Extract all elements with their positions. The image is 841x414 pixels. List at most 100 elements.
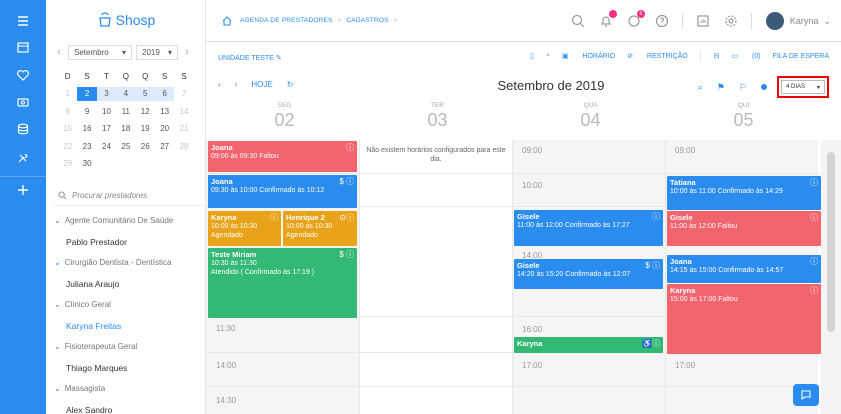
search-icon[interactable] <box>564 14 592 28</box>
specialty-group[interactable]: ⌄ Cirurgião Dentista - Dentística <box>54 252 204 273</box>
calendar-day[interactable]: 16 <box>77 122 96 136</box>
appointment-card[interactable]: Gisele 14:20 às 15:20 Confirmado às 12:07… <box>514 259 663 289</box>
settings-icon[interactable] <box>717 14 745 28</box>
avatar[interactable] <box>765 12 784 30</box>
waiting-list-button[interactable]: FILA DE ESPERA <box>773 53 829 60</box>
days-select[interactable]: 4 DIAS ▾ <box>781 80 825 94</box>
calendar-day[interactable]: 29 <box>58 157 77 171</box>
calendar-day[interactable]: 11 <box>116 105 135 119</box>
info-icon[interactable]: ⓘ <box>346 143 354 152</box>
report-icon[interactable] <box>689 14 717 28</box>
calendar-day[interactable]: 14 <box>174 105 193 119</box>
info-icon[interactable]: ⓘ <box>652 212 660 221</box>
appointment-card[interactable]: Karyna ♿ⓘ <box>514 337 663 353</box>
search-providers[interactable]: Procurar prestadores <box>54 186 204 206</box>
database-icon[interactable] <box>0 116 46 142</box>
year-select[interactable]: 2019 ▾ <box>136 44 178 60</box>
calendar-day[interactable]: 24 <box>97 140 116 154</box>
calendar-day[interactable]: 13 <box>155 105 174 119</box>
info-icon[interactable]: $ ⓘ <box>645 261 660 270</box>
calendar-day[interactable]: 7 <box>174 87 193 101</box>
info-icon[interactable]: $ ⓘ <box>339 250 354 259</box>
calendar-day[interactable]: 5 <box>135 87 155 102</box>
appointment-card[interactable]: Henrique 2 10:00 às 10:30 Agendado ⊙ⓘ <box>283 211 357 246</box>
message-icon[interactable]: 6 <box>620 10 648 28</box>
appointment-card[interactable]: Gisele 11:00 às 12:00 Confirmado às 17:27… <box>514 210 663 246</box>
schedule-button[interactable]: ▣ HORÁRIO <box>562 52 615 60</box>
info-icon[interactable]: ⓘ <box>810 286 818 295</box>
help-icon[interactable] <box>648 14 676 28</box>
prev-month-icon[interactable]: ‹ <box>54 46 64 58</box>
info-icon[interactable]: ⓘ <box>810 213 818 222</box>
calendar-day[interactable]: 25 <box>116 140 135 154</box>
specialty-group[interactable]: ⌄ Fisioterapeuta Geral <box>54 336 204 357</box>
info-icon[interactable]: ⊙ⓘ <box>339 213 354 222</box>
chat-count-button[interactable]: ▭ (0) <box>731 52 760 60</box>
filter-icon[interactable]: ⚐ <box>739 82 747 93</box>
refresh-icon[interactable]: ↻ <box>287 80 294 89</box>
calendar-day[interactable]: 4 <box>116 87 136 102</box>
appointment-card[interactable]: Karyna 15:00 às 17:00 Faltou ⓘ <box>667 284 821 354</box>
specialty-group[interactable]: ⌄ Massagista <box>54 378 204 399</box>
heart-icon[interactable] <box>0 62 46 88</box>
provider-item[interactable]: Pablo Prestador <box>54 231 204 252</box>
menu-icon[interactable] <box>0 8 46 34</box>
bell-icon[interactable] <box>592 10 620 28</box>
appointment-card[interactable]: Joana 14:15 às 15:00 Confirmado às 14:57 … <box>667 255 821 283</box>
appointment-card[interactable]: Teste Miriam 10:30 às 11:30 Atendido ( Con… <box>208 248 357 318</box>
user-name[interactable]: Karyna <box>790 16 819 26</box>
calendar-day[interactable]: 20 <box>155 122 174 136</box>
appointment-card[interactable]: Tatiana 10:00 às 11:00 Confirmado às 14:2… <box>667 176 821 210</box>
vertical-scrollbar[interactable] <box>821 140 841 414</box>
unit-selector[interactable]: UNIDADE TESTE ✎ <box>218 54 282 62</box>
calendar-day[interactable]: 21 <box>174 122 193 136</box>
chevron-down-icon[interactable]: ⌄ <box>823 16 831 27</box>
status-dot[interactable] <box>761 84 767 90</box>
prev-icon[interactable]: ‹ <box>218 80 221 89</box>
next-month-icon[interactable]: › <box>182 46 192 58</box>
breadcrumb-cadastros[interactable]: CADASTROS <box>346 17 388 24</box>
calendar-day[interactable]: 10 <box>97 105 116 119</box>
calendar-day[interactable]: 30 <box>77 157 96 171</box>
flag-icon[interactable]: ⚑ <box>717 82 725 93</box>
calendar-day[interactable]: 1 <box>58 87 77 101</box>
search-icon[interactable]: ⌕ <box>546 52 550 60</box>
appointment-card[interactable]: Joana 09:00 às 09:30 Faltou ⓘ <box>208 141 357 172</box>
provider-item[interactable]: Karyna Freitas <box>54 315 204 336</box>
print-icon[interactable]: ▯ <box>530 52 534 60</box>
printer-icon[interactable]: ⊟ <box>714 52 720 60</box>
info-icon[interactable]: $ ⓘ <box>339 177 354 186</box>
money-icon[interactable] <box>0 89 46 115</box>
breadcrumb-agenda[interactable]: AGENDA DE PRESTADORES <box>240 17 333 24</box>
calendar-day[interactable]: 23 <box>77 140 96 154</box>
calendar-day[interactable]: 15 <box>58 122 77 136</box>
calendar-icon[interactable] <box>0 34 46 60</box>
chat-button[interactable] <box>793 384 819 406</box>
calendar-day[interactable]: 26 <box>136 140 155 154</box>
calendar-day[interactable]: 17 <box>97 122 116 136</box>
home-icon[interactable] <box>222 15 232 26</box>
add-icon[interactable] <box>0 176 46 202</box>
specialty-group[interactable]: ⌄ Agente Comunitário De Saúde <box>54 210 204 231</box>
calendar-day[interactable]: 19 <box>136 122 155 136</box>
calendar-day[interactable]: 18 <box>116 122 135 136</box>
provider-item[interactable]: Alex Sandro <box>54 399 204 414</box>
info-icon[interactable]: ⓘ <box>810 257 818 266</box>
calendar-day[interactable]: 9 <box>77 105 96 119</box>
tools-icon[interactable] <box>0 145 46 171</box>
appointment-card[interactable]: Karyna 10:00 às 10:30 Agendado ⓘ <box>208 211 281 246</box>
logo[interactable]: Shosp <box>46 0 206 40</box>
search-icon[interactable]: ⌕ <box>698 82 703 93</box>
calendar-day[interactable]: 27 <box>155 140 174 154</box>
appointment-card[interactable]: Joana 09:30 às 10:00 Confirmado às 10:12 … <box>208 175 357 208</box>
scrollbar-thumb[interactable] <box>827 152 835 332</box>
specialty-group[interactable]: ⌄ Clínico Geral <box>54 294 204 315</box>
month-select[interactable]: Setembro ▾ <box>68 44 132 60</box>
accessibility-icon[interactable]: ♿ⓘ <box>642 339 660 348</box>
calendar-day[interactable]: 28 <box>174 140 193 154</box>
calendar-day[interactable]: 8 <box>58 105 77 119</box>
info-icon[interactable]: ⓘ <box>810 178 818 187</box>
calendar-day[interactable]: 6 <box>154 87 175 102</box>
calendar-day[interactable]: 2 <box>77 87 97 102</box>
restriction-button[interactable]: ⊘ RESTRIÇÃO <box>627 52 688 60</box>
